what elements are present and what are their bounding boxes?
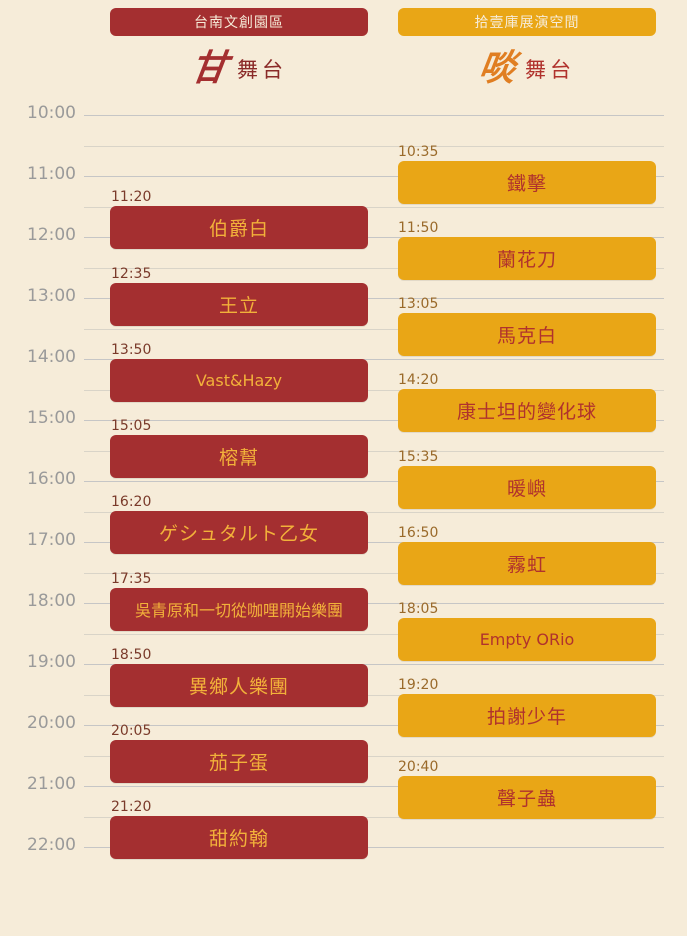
performance-slot-right[interactable]: 馬克白	[398, 313, 656, 357]
half-hour-gridline	[84, 145, 664, 147]
slot-start-time: 12:35	[111, 265, 152, 282]
venue-tab-left[interactable]: 台南文創園區	[110, 8, 368, 36]
performance-slot-right[interactable]: 暖嶼	[398, 465, 656, 509]
hour-label: 21:00	[27, 774, 76, 794]
slot-start-time: 10:35	[398, 143, 439, 160]
hour-label: 13:00	[27, 286, 76, 306]
slot-start-time: 21:20	[111, 799, 152, 816]
performance-slot-left[interactable]: Vast&Hazy	[110, 358, 368, 402]
performance-slot-left[interactable]: 茄子蛋	[110, 740, 368, 784]
slot-start-time: 20:05	[111, 723, 152, 740]
slot-start-time: 18:50	[111, 646, 152, 663]
hour-label: 19:00	[27, 652, 76, 672]
hour-label: 22:00	[27, 835, 76, 855]
performance-slot-left[interactable]: 王立	[110, 282, 368, 326]
slot-start-time: 14:20	[398, 372, 439, 389]
hour-label: 18:00	[27, 591, 76, 611]
hour-label: 12:00	[27, 225, 76, 245]
stage-title-left: 甘 舞台	[110, 46, 368, 89]
venue-tab-right[interactable]: 拾壹庫展演空間	[398, 8, 656, 36]
stage-title-right: 啖 舞台	[398, 46, 656, 89]
performance-slot-left[interactable]: 吳青原和一切從咖哩開始樂團	[110, 587, 368, 631]
performance-slot-left[interactable]: 伯爵白	[110, 206, 368, 250]
performance-slot-left[interactable]: 榕幫	[110, 435, 368, 479]
slot-start-time: 13:05	[398, 296, 439, 313]
hour-label: 15:00	[27, 408, 76, 428]
performance-slot-left[interactable]: 異鄉人樂團	[110, 663, 368, 707]
performance-slot-right[interactable]: Empty ORio	[398, 618, 656, 662]
slot-start-time: 18:05	[398, 601, 439, 618]
stage-logo-right: 啖	[476, 47, 518, 89]
slot-start-time: 13:50	[111, 341, 152, 358]
performance-slot-right[interactable]: 蘭花刀	[398, 236, 656, 280]
stage-word-left: 舞台	[237, 58, 287, 82]
slot-start-time: 11:20	[111, 189, 152, 206]
slot-start-time: 17:35	[111, 570, 152, 587]
slot-start-time: 16:20	[111, 494, 152, 511]
slot-start-time: 19:20	[398, 677, 439, 694]
hour-label: 14:00	[27, 347, 76, 367]
performance-slot-left[interactable]: 甜約翰	[110, 816, 368, 860]
performance-slot-right[interactable]: 拍謝少年	[398, 694, 656, 738]
slot-start-time: 20:40	[398, 758, 439, 775]
slot-start-time: 15:05	[111, 418, 152, 435]
performance-slot-right[interactable]: 鐵擊	[398, 160, 656, 204]
stage-word-right: 舞台	[525, 58, 575, 82]
performance-slot-right[interactable]: 霧虹	[398, 541, 656, 585]
hour-label: 10:00	[27, 103, 76, 123]
hour-label: 20:00	[27, 713, 76, 733]
performance-slot-left[interactable]: ゲシュタルト乙女	[110, 511, 368, 555]
performance-slot-right[interactable]: 聲子蟲	[398, 775, 656, 819]
slot-start-time: 11:50	[398, 219, 439, 236]
hour-label: 16:00	[27, 469, 76, 489]
slot-start-time: 15:35	[398, 448, 439, 465]
hour-gridline	[84, 115, 664, 116]
slot-start-time: 16:50	[398, 524, 439, 541]
hour-label: 11:00	[27, 164, 76, 184]
performance-slot-right[interactable]: 康士坦的變化球	[398, 389, 656, 433]
stage-logo-left: 甘	[188, 47, 230, 89]
hour-label: 17:00	[27, 530, 76, 550]
